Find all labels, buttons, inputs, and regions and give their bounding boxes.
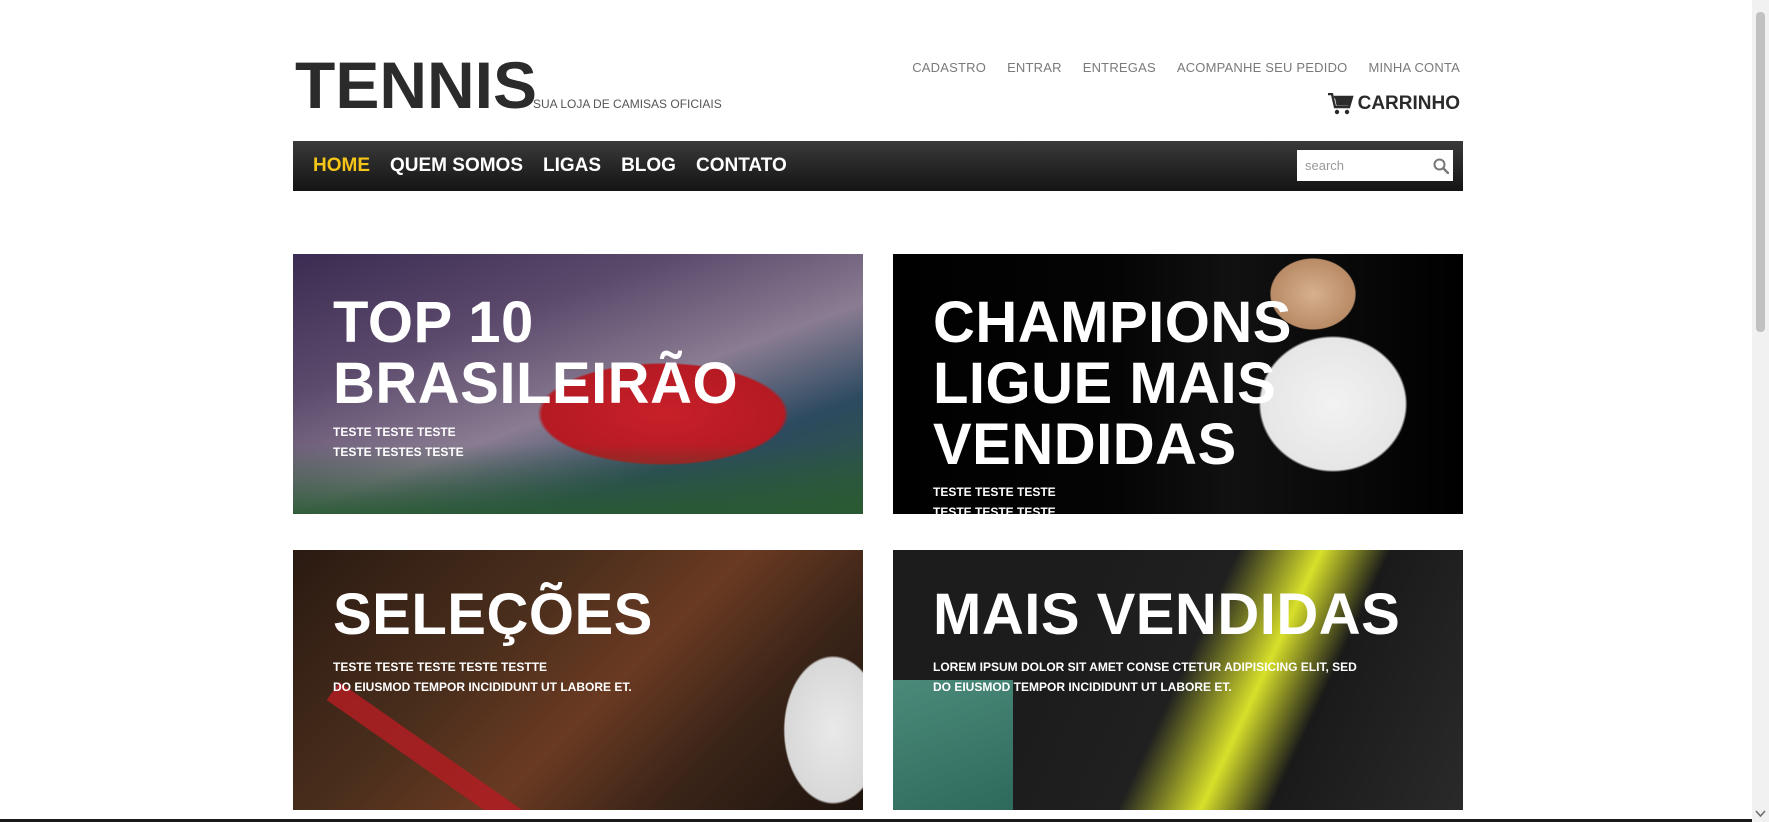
nav-item-blog[interactable]: BLOG — [621, 155, 676, 177]
banner-title: CHAMPIONS LIGUE MAIS VENDIDAS — [933, 292, 1292, 475]
nav-item-contato[interactable]: CONTATO — [696, 155, 787, 177]
scrollbar-thumb[interactable] — [1756, 12, 1765, 332]
banner-title: MAIS VENDIDAS — [933, 584, 1400, 645]
top-link-minha-conta[interactable]: MINHA CONTA — [1368, 60, 1460, 75]
search-box — [1297, 150, 1453, 181]
cart-icon — [1327, 93, 1354, 115]
banner-title-line: CHAMPIONS — [933, 290, 1292, 355]
banner-desc-line: TESTE TESTE TESTE — [933, 505, 1056, 514]
banner-title-line: BRASILEIRÃO — [333, 351, 739, 416]
nav-item-ligas[interactable]: LIGAS — [543, 155, 601, 177]
search-input[interactable] — [1303, 157, 1425, 174]
nav-item-home[interactable]: HOME — [313, 155, 370, 177]
main-navbar: HOME QUEM SOMOS LIGAS BLOG CONTATO — [293, 141, 1463, 191]
scroll-down-arrow-icon[interactable] — [1755, 810, 1766, 818]
banner-title: SELEÇÕES — [333, 584, 653, 645]
site-logo[interactable]: TENNIS — [295, 50, 537, 120]
banner-top10-brasileirao[interactable]: TOP 10 BRASILEIRÃO TESTE TESTE TESTE TES… — [293, 254, 863, 514]
banner-title-line: MAIS VENDIDAS — [933, 582, 1401, 647]
banner-description: TESTE TESTE TESTE TESTE TESTE TESTE — [933, 482, 1056, 514]
banner-title-line: SELEÇÕES — [333, 582, 653, 647]
vertical-scrollbar[interactable] — [1752, 0, 1769, 822]
banner-desc-line: TESTE TESTE TESTE — [333, 425, 456, 439]
banner-desc-line: TESTE TESTES TESTE — [333, 445, 464, 459]
banner-description: LOREM IPSUM DOLOR SIT AMET CONSE CTETUR … — [933, 657, 1357, 697]
top-link-entrar[interactable]: ENTRAR — [1007, 60, 1062, 75]
top-link-cadastro[interactable]: CADASTRO — [912, 60, 986, 75]
banner-desc-line: DO EIUSMOD TEMPOR INCIDIDUNT UT LABORE E… — [333, 680, 632, 694]
banner-mais-vendidas[interactable]: MAIS VENDIDAS LOREM IPSUM DOLOR SIT AMET… — [893, 550, 1463, 810]
banner-title: TOP 10 BRASILEIRÃO — [333, 292, 738, 414]
banner-selecoes[interactable]: SELEÇÕES TESTE TESTE TESTE TESTE TESTTE … — [293, 550, 863, 810]
top-link-entregas[interactable]: ENTREGAS — [1083, 60, 1156, 75]
banner-description: TESTE TESTE TESTE TESTE TESTES TESTE — [333, 422, 464, 462]
top-link-acompanhe-pedido[interactable]: ACOMPANHE SEU PEDIDO — [1177, 60, 1348, 75]
banner-desc-line: TESTE TESTE TESTE TESTE TESTTE — [333, 660, 548, 674]
banner-desc-line: LOREM IPSUM DOLOR SIT AMET CONSE CTETUR … — [933, 660, 1357, 674]
cart-label: CARRINHO — [1357, 93, 1460, 114]
site-tagline: SUA LOJA DE CAMISAS OFICIAIS — [533, 97, 722, 111]
banner-title-line: LIGUE MAIS — [933, 351, 1277, 416]
banner-desc-line: DO EIUSMOD TEMPOR INCIDIDUNT UT LABORE E… — [933, 680, 1232, 694]
cart-button[interactable]: CARRINHO — [1327, 93, 1460, 115]
banner-title-line: TOP 10 — [333, 290, 534, 355]
banner-description: TESTE TESTE TESTE TESTE TESTTE DO EIUSMO… — [333, 657, 632, 697]
banner-desc-line: TESTE TESTE TESTE — [933, 485, 1056, 499]
banner-champions-ligue[interactable]: CHAMPIONS LIGUE MAIS VENDIDAS TESTE TEST… — [893, 254, 1463, 514]
page: TENNIS SUA LOJA DE CAMISAS OFICIAIS CADA… — [0, 0, 1769, 822]
top-links: CADASTRO ENTRAR ENTREGAS ACOMPANHE SEU P… — [891, 60, 1460, 75]
banner-title-line: VENDIDAS — [933, 412, 1237, 477]
nav-item-quem-somos[interactable]: QUEM SOMOS — [390, 155, 523, 177]
search-icon[interactable] — [1433, 158, 1449, 174]
